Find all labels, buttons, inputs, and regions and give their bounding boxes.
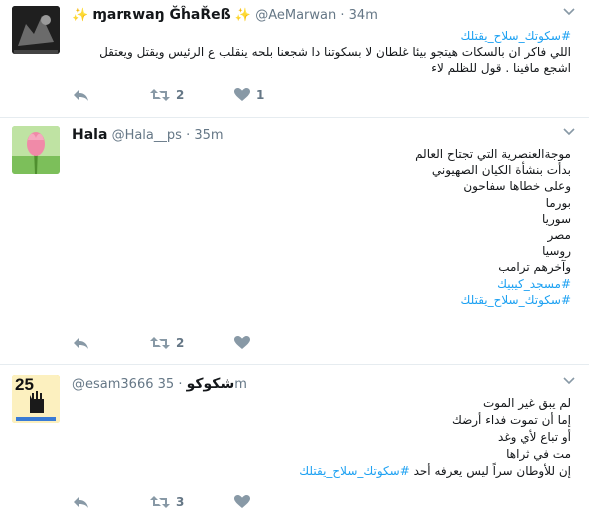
hashtag-link[interactable]: #سكوتك_سلاح_يقتلك: [299, 464, 409, 478]
hashtag-link[interactable]: #مسجد_كيبيك: [72, 276, 571, 292]
display-name[interactable]: Hala: [72, 127, 107, 143]
retweet-count: 2: [176, 88, 185, 102]
reply-button[interactable]: [72, 495, 90, 509]
tweet-line: موجةالعنصرية التي تجتاح العالم: [415, 147, 571, 161]
retweet-icon: [150, 496, 170, 508]
sparkle-icon: ✨: [72, 8, 89, 23]
tweet-line: بدأت بنشأة الكيان الصهيوني: [431, 163, 571, 178]
tweet-line: وآخرهم ترامب: [498, 260, 571, 275]
hashtag-link[interactable]: #سكوتك_سلاح_يقتلك: [72, 292, 571, 308]
display-name[interactable]: شكوكو: [187, 376, 235, 392]
heart-icon: [234, 88, 250, 101]
retweet-icon: [150, 89, 170, 101]
tweet-line: إما أن تموت فداء أرضك: [451, 413, 571, 427]
tweet-line: مصر: [547, 228, 571, 243]
display-name[interactable]: ɱarʀwaŋ ĞĥaŘeß: [92, 7, 230, 23]
pink-tulip-avatar-icon: [12, 126, 60, 174]
tweet-text: #سكوتك_سلاح_يقتلك اللي فاكر ان بالسكات ه…: [72, 28, 571, 76]
avatar-number: 25: [15, 375, 34, 394]
heart-icon: [234, 336, 250, 349]
tweet-2[interactable]: Hala @Hala__ps · 35m موجةالعنصرية التي ت…: [0, 118, 589, 365]
tweet-line: سوريا: [541, 211, 571, 226]
reply-button[interactable]: [72, 88, 90, 102]
tweet-line-text: إن للأوطان سراً ليس يعرفه أحد: [413, 464, 571, 478]
hashtag-link[interactable]: #سكوتك_سلاح_يقتلك: [72, 28, 571, 44]
tweet-line: اللي فاكر ان بالسكات هيتجو بيئا غلطان لا…: [99, 45, 571, 75]
user-handle[interactable]: @Hala__ps: [112, 128, 182, 143]
tweet-line: وعلى خطاها سفاحون: [463, 179, 571, 194]
retweet-button[interactable]: 2: [150, 88, 184, 102]
reply-icon: [74, 497, 88, 508]
tweet-line: أو تباع لأي وغد: [498, 430, 571, 444]
timestamp[interactable]: 34m: [349, 8, 378, 23]
retweet-icon: [150, 337, 170, 349]
separator-dot: ·: [178, 377, 183, 392]
tweet-line: مت في ثراها: [506, 447, 571, 461]
reply-icon: [74, 90, 88, 101]
dark-silhouette-avatar-icon: [12, 6, 60, 54]
reply-icon: [74, 338, 88, 349]
chevron-down-icon[interactable]: [563, 373, 575, 389]
tweet-header: @esam3666 شكوكو · 35m: [72, 375, 559, 393]
separator-dot: ·: [340, 8, 345, 23]
timestamp[interactable]: 35m: [194, 128, 223, 143]
sparkle-icon: ✨: [234, 8, 252, 23]
heart-icon: [234, 495, 250, 508]
tweet-line: بورما: [545, 195, 571, 210]
tweet-line: روسيا: [542, 244, 571, 259]
chevron-down-icon[interactable]: [563, 4, 575, 20]
user-handle[interactable]: @esam3666: [72, 377, 154, 392]
like-button[interactable]: [234, 495, 250, 509]
avatar[interactable]: 25: [12, 375, 60, 423]
retweet-button[interactable]: 2: [150, 336, 184, 350]
reply-button[interactable]: [72, 336, 90, 350]
tweet-line: لم يبق غير الموت: [483, 396, 571, 410]
retweet-count: 3: [176, 495, 185, 509]
tweet-1[interactable]: ✨ ɱarʀwaŋ ĞĥaŘeß ✨ @AeMarwan · 34m #سكوت…: [0, 0, 589, 118]
like-count: 1: [256, 88, 265, 102]
retweet-count: 2: [176, 336, 185, 350]
retweet-button[interactable]: 3: [150, 495, 184, 509]
like-button[interactable]: 1: [234, 88, 264, 102]
avatar[interactable]: [12, 126, 60, 174]
tweet-line: إن للأوطان سراً ليس يعرفه أحد #سكوتك_سلا…: [72, 463, 571, 480]
tweet-header: Hala @Hala__ps · 35m: [72, 126, 559, 144]
like-button[interactable]: [234, 336, 250, 350]
tweet-text: لم يبق غير الموت إما أن تموت فداء أرضك أ…: [72, 395, 571, 480]
chevron-down-icon[interactable]: [563, 124, 575, 140]
tweet-header: ✨ ɱarʀwaŋ ĞĥaŘeß ✨ @AeMarwan · 34m: [72, 6, 559, 24]
separator-dot: ·: [186, 128, 191, 143]
avatar[interactable]: [12, 6, 60, 54]
tweet-3[interactable]: 25 @esam3666 شكوكو · 35m لم يبق غير المو…: [0, 365, 589, 527]
user-handle[interactable]: @AeMarwan: [255, 8, 336, 23]
tweet-text: موجةالعنصرية التي تجتاح العالم بدأت بنشأ…: [72, 146, 571, 308]
